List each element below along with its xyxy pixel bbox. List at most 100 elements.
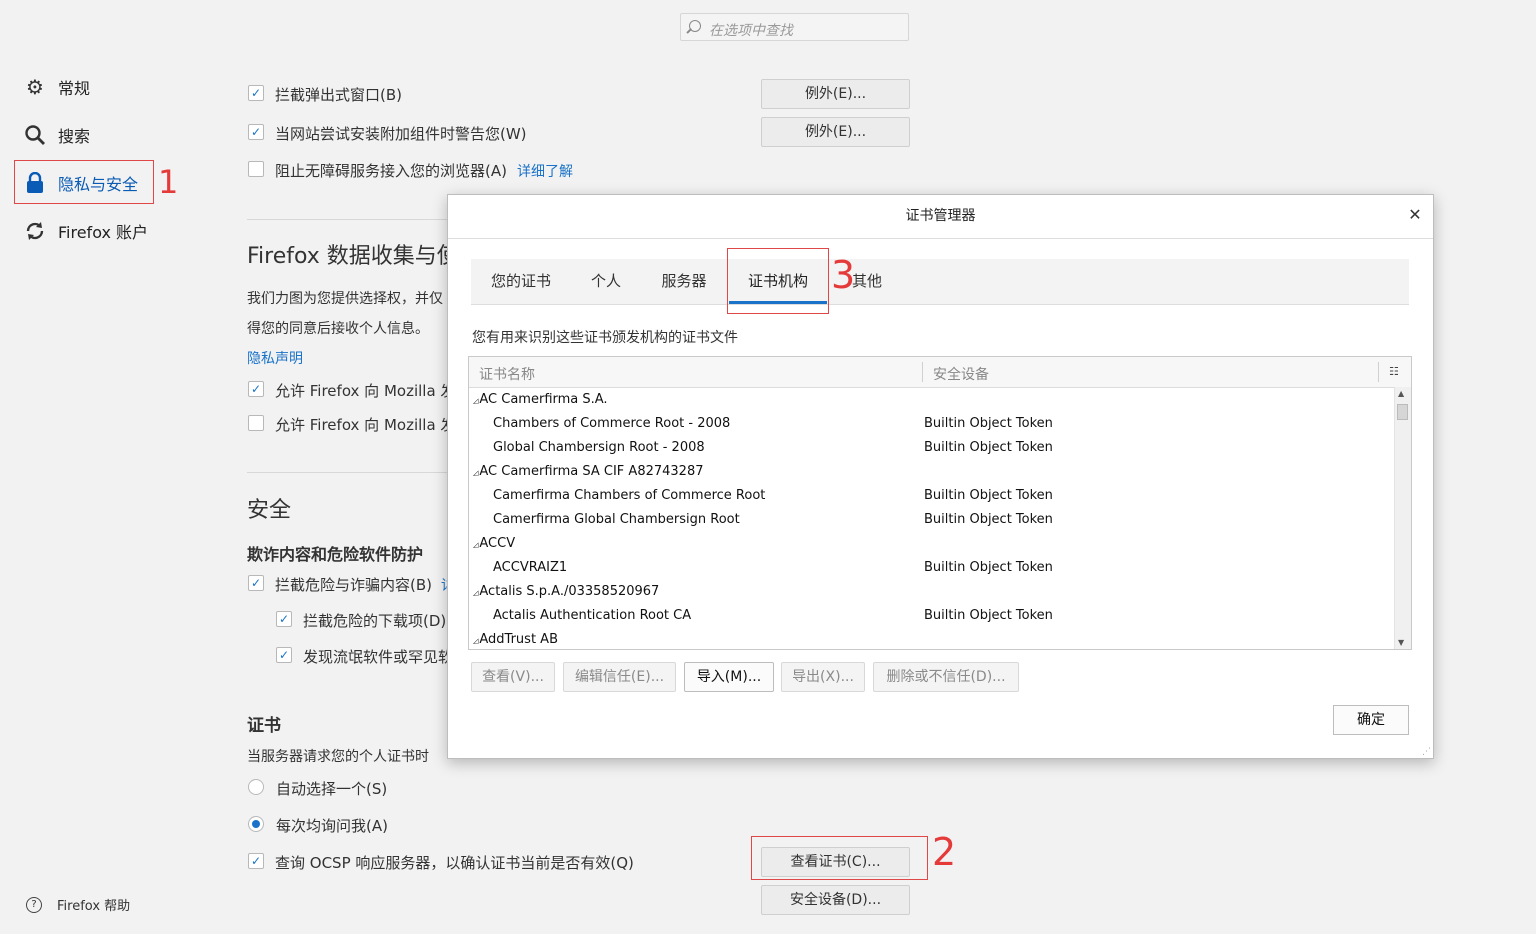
- tree-scrollbar[interactable]: ▲ ▼: [1394, 387, 1411, 649]
- sidebar-item-label: 搜索: [58, 127, 91, 146]
- tab-people[interactable]: 个人: [581, 259, 631, 304]
- auto-select-radio[interactable]: [248, 779, 264, 795]
- unwanted-software-checkbox[interactable]: ✓: [276, 647, 292, 663]
- column-picker-icon[interactable]: ☷: [1389, 365, 1399, 378]
- cert-name-cell: Camerfirma Global Chambersign Root: [493, 512, 740, 527]
- ocsp-checkbox[interactable]: ✓: [248, 853, 264, 869]
- close-icon[interactable]: ✕: [1405, 205, 1425, 225]
- expand-twisty-icon[interactable]: ◿: [473, 541, 478, 549]
- import-button[interactable]: 导入(M)...: [684, 662, 774, 692]
- cert-name-text: Camerfirma Global Chambersign Root: [493, 512, 740, 527]
- telemetry-label: 允许 Firefox 向 Mozilla 发: [275, 382, 456, 400]
- security-heading: 安全: [247, 498, 292, 523]
- search-box[interactable]: 在选项中查找: [680, 13, 909, 41]
- ask-every-time-label: 每次均询问我(A): [276, 817, 388, 835]
- scroll-down-icon[interactable]: ▼: [1398, 638, 1404, 647]
- cert-name-cell: ACCVRAIZ1: [493, 560, 567, 575]
- addons-label: 当网站尝试安装附加组件时警告您(W): [275, 125, 527, 143]
- block-dangerous-checkbox[interactable]: ✓: [248, 575, 264, 591]
- security-device-cell: Builtin Object Token: [924, 608, 1053, 623]
- cert-name-cell: ◿AddTrust AB: [473, 632, 558, 647]
- popups-label: 拦截弹出式窗口(B): [275, 86, 402, 104]
- telemetry-checkbox[interactable]: ✓: [248, 381, 264, 397]
- block-downloads-label: 拦截危险的下载项(D): [303, 612, 447, 630]
- column-header-name[interactable]: 证书名称: [479, 364, 535, 384]
- popups-checkbox[interactable]: ✓: [248, 85, 264, 101]
- tree-row[interactable]: Chambers of Commerce Root - 2008 Builtin …: [469, 412, 1395, 436]
- dialog-title: 证书管理器: [448, 195, 1433, 239]
- view-certificates-button[interactable]: 查看证书(C)...: [761, 847, 910, 877]
- search-icon: [689, 20, 701, 32]
- sidebar-item-label: 隐私与安全: [58, 175, 139, 194]
- scrollbar-thumb[interactable]: [1397, 404, 1408, 420]
- tree-group-row[interactable]: ◿ACCV: [469, 532, 1395, 556]
- edit-trust-button[interactable]: 编辑信任(E)...: [563, 662, 676, 692]
- data-collection-text-1: 我们力图为您提供选择权，并仅: [247, 291, 443, 307]
- tree-row[interactable]: Global Chambersign Root - 2008 Builtin Ob…: [469, 436, 1395, 460]
- security-device-cell: Builtin Object Token: [924, 512, 1053, 527]
- expand-twisty-icon[interactable]: ◿: [473, 469, 478, 477]
- delete-distrust-button[interactable]: 删除或不信任(D)...: [873, 662, 1019, 692]
- column-header-device[interactable]: 安全设备: [933, 364, 989, 384]
- deceptive-content-heading: 欺诈内容和危险软件防护: [247, 545, 424, 564]
- sync-icon: [24, 220, 46, 242]
- tree-row[interactable]: Camerfirma Global Chambersign Root Builti…: [469, 508, 1395, 532]
- annotation-box-authorities-tab: [727, 248, 829, 314]
- security-device-cell: Builtin Object Token: [924, 560, 1053, 575]
- cert-name-text: Actalis Authentication Root CA: [493, 608, 692, 623]
- tab-servers[interactable]: 服务器: [651, 259, 717, 304]
- sidebar-item-search[interactable]: 搜索: [24, 120, 90, 150]
- security-devices-button[interactable]: 安全设备(D)...: [761, 885, 910, 915]
- cert-name-text: Camerfirma Chambers of Commerce Root: [493, 488, 766, 503]
- expand-twisty-icon[interactable]: ◿: [473, 637, 478, 645]
- export-button[interactable]: 导出(X)...: [781, 662, 865, 692]
- sidebar-item-general[interactable]: ⚙ 常规: [24, 72, 90, 102]
- cert-name-text: AC Camerfirma SA CIF A82743287: [479, 464, 704, 479]
- a11y-label: 阻止无障碍服务接入您的浏览器(A): [275, 162, 507, 180]
- tree-group-row[interactable]: ◿AddTrust AB: [469, 628, 1395, 649]
- addons-checkbox[interactable]: ✓: [248, 124, 264, 140]
- cert-name-text: ACCV: [479, 536, 516, 551]
- expand-twisty-icon[interactable]: ◿: [473, 397, 478, 405]
- expand-twisty-icon[interactable]: ◿: [473, 589, 478, 597]
- tree-row[interactable]: ACCVRAIZ1 Builtin Object Token: [469, 556, 1395, 580]
- ocsp-label: 查询 OCSP 响应服务器，以确认证书当前是否有效(Q): [275, 854, 634, 872]
- a11y-learn-more-link[interactable]: 详细了解: [517, 161, 573, 181]
- a11y-checkbox[interactable]: [248, 161, 264, 177]
- sidebar-item-privacy[interactable]: 隐私与安全: [24, 168, 138, 198]
- scroll-up-icon[interactable]: ▲: [1398, 389, 1404, 398]
- tree-row[interactable]: Actalis Authentication Root CA Builtin Ob…: [469, 604, 1395, 628]
- help-label: Firefox 帮助: [57, 899, 131, 914]
- data-collection-heading: Firefox 数据收集与使: [247, 244, 459, 269]
- cert-name-text: Actalis S.p.A./03358520967: [479, 584, 660, 599]
- tree-row[interactable]: Camerfirma Chambers of Commerce Root Buil…: [469, 484, 1395, 508]
- view-button[interactable]: 查看(V)...: [471, 662, 555, 692]
- certificate-manager-dialog: 证书管理器 ✕ 您的证书 个人 服务器 证书机构 其他 3 您有用来识别这些证书…: [447, 194, 1434, 759]
- cert-name-cell: ◿Actalis S.p.A./03358520967: [473, 584, 659, 599]
- cert-name-cell: ◿AC Camerfirma S.A.: [473, 392, 608, 407]
- help-link[interactable]: ? Firefox 帮助: [26, 895, 130, 914]
- help-icon: ?: [26, 896, 42, 913]
- popups-exceptions-button[interactable]: 例外(E)...: [761, 79, 910, 109]
- ask-every-time-radio[interactable]: [248, 816, 264, 832]
- security-device-cell: Builtin Object Token: [924, 488, 1053, 503]
- tab-your-certs[interactable]: 您的证书: [471, 259, 571, 304]
- studies-label: 允许 Firefox 向 Mozilla 发: [275, 416, 456, 434]
- addons-exceptions-button[interactable]: 例外(E)...: [761, 117, 910, 147]
- sidebar-item-account[interactable]: Firefox 账户: [24, 216, 148, 246]
- privacy-notice-link[interactable]: 隐私声明: [247, 348, 303, 368]
- resize-grip-icon[interactable]: ⋰: [1422, 747, 1431, 757]
- cert-name-text: Chambers of Commerce Root - 2008: [493, 416, 731, 431]
- ok-button[interactable]: 确定: [1333, 705, 1409, 735]
- tree-group-row[interactable]: ◿AC Camerfirma SA CIF A82743287: [469, 460, 1395, 484]
- tree-group-row[interactable]: ◿Actalis S.p.A./03358520967: [469, 580, 1395, 604]
- tree-group-row[interactable]: ◿AC Camerfirma S.A.: [469, 388, 1395, 412]
- block-dangerous-label: 拦截危险与诈骗内容(B): [275, 576, 432, 594]
- cert-name-text: AddTrust AB: [479, 632, 558, 647]
- certificate-tree[interactable]: 证书名称 安全设备 ☷ ◿AC Camerfirma S.A. Chambers …: [468, 356, 1412, 650]
- lock-icon: [24, 172, 46, 194]
- cert-name-text: ACCVRAIZ1: [493, 560, 568, 575]
- studies-checkbox[interactable]: [248, 415, 264, 431]
- cert-name-cell: Actalis Authentication Root CA: [493, 608, 691, 623]
- block-downloads-checkbox[interactable]: ✓: [276, 611, 292, 627]
